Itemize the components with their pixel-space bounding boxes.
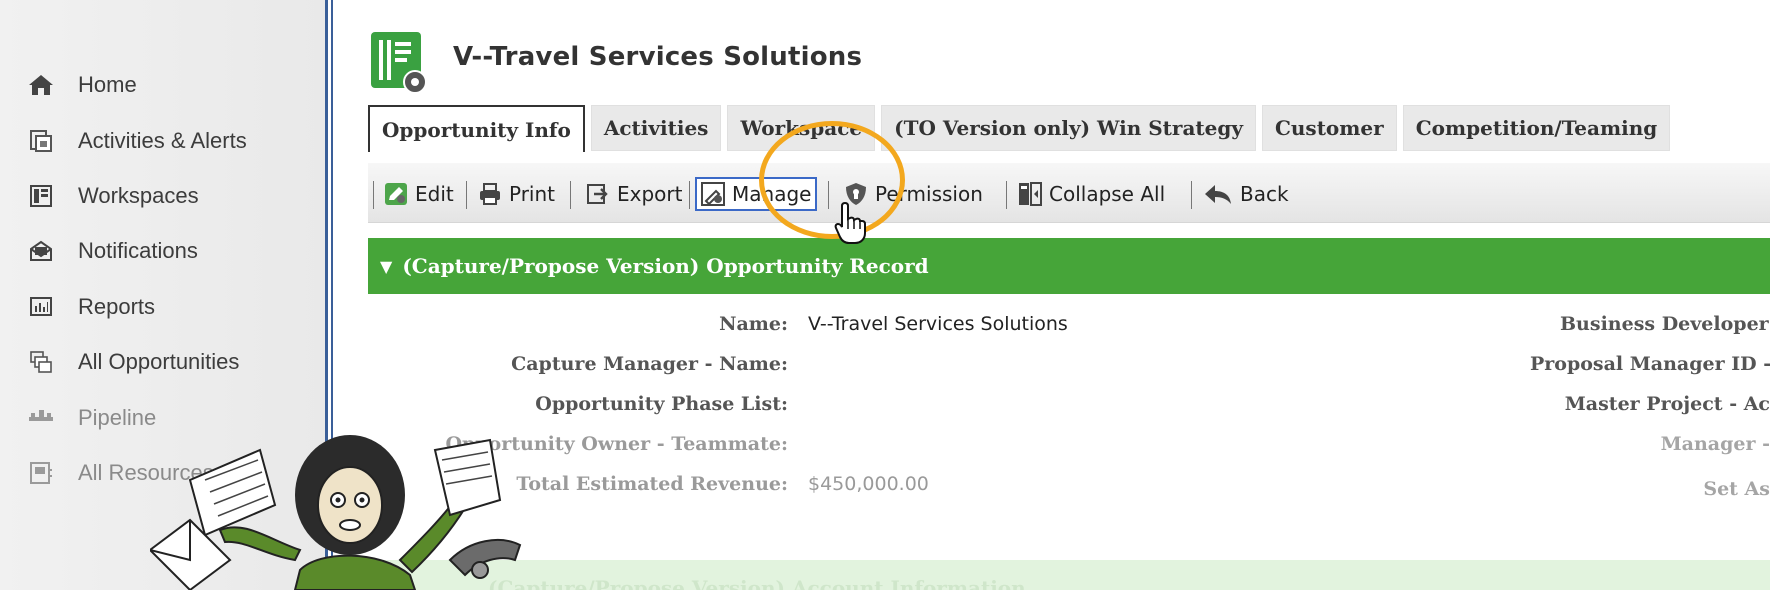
sidebar-item-notifications[interactable]: Notifications [0,223,320,279]
tab-bar: Opportunity Info Activities Workspace (T… [368,105,1676,152]
book-illustration [433,438,502,517]
field-label-set-as: Set As [1703,478,1770,500]
field-label-proposal-manager: Proposal Manager ID - [1530,353,1770,375]
section-header-account-information[interactable]: (Capture/Propose Version) Account Inform… [368,560,1770,590]
field-value-total-revenue: $450,000.00 [808,473,929,495]
chevron-down-icon: ▼ [380,256,393,276]
sidebar-item-reports[interactable]: Reports [0,279,320,335]
field-label-capture-manager: Capture Manager - Name: [511,353,788,375]
sidebar-item-workspaces[interactable]: Workspaces [0,168,320,224]
print-button[interactable]: Print [478,177,555,211]
resources-icon [28,460,54,486]
pipeline-icon [28,405,54,431]
opportunity-record-icon [371,28,429,96]
edit-icon [384,182,408,206]
record-toolbar: Edit Print Export Manage Permission Coll… [368,163,1770,223]
section-header-opportunity-record[interactable]: ▼ (Capture/Propose Version) Opportunity … [368,238,1770,294]
export-icon [586,182,610,206]
sidebar-item-label: Activities & Alerts [78,128,247,153]
tab-win-strategy[interactable]: (TO Version only) Win Strategy [881,105,1256,151]
back-arrow-icon [1203,182,1233,206]
field-label-manager: Manager - [1660,433,1770,455]
sidebar-item-label: Notifications [78,238,198,263]
manage-icon [701,182,725,206]
reports-icon [28,294,54,320]
toolbar-separator [828,181,829,209]
toolbar-separator [466,181,467,209]
field-label-name: Name: [719,313,788,335]
activities-icon [28,128,54,154]
tab-opportunity-info[interactable]: Opportunity Info [368,105,585,152]
tab-competition-teaming[interactable]: Competition/Teaming [1402,105,1671,151]
phone-illustration [448,539,522,579]
export-button[interactable]: Export [586,177,682,211]
notifications-icon [28,238,54,264]
tab-customer[interactable]: Customer [1261,105,1397,151]
tab-workspace[interactable]: Workspace [727,105,876,151]
opportunities-icon [28,349,54,375]
field-label-master-project: Master Project - Ac [1564,393,1770,415]
hand-cursor-icon [833,201,869,245]
home-icon [28,72,54,98]
tab-activities[interactable]: Activities [590,105,722,151]
collapse-all-button[interactable]: Collapse All [1018,177,1165,211]
notepad-illustration [188,448,277,537]
sidebar-item-label: Pipeline [78,405,157,430]
sidebar-item-all-opportunities[interactable]: All Opportunities [0,334,320,390]
sidebar-item-label: All Opportunities [78,349,240,374]
main-content: V--Travel Services Solutions Opportunity… [368,0,1770,590]
sidebar-item-activities[interactable]: Activities & Alerts [0,113,320,169]
collapse-all-icon [1018,182,1042,206]
sidebar-item-home[interactable]: Home [0,57,320,113]
sidebar-item-label: Workspaces [78,183,199,208]
toolbar-separator [570,181,571,209]
workspaces-icon [28,183,54,209]
edit-button[interactable]: Edit [384,177,454,211]
busy-woman-illustration [150,435,522,590]
toolbar-separator [373,181,374,209]
back-button[interactable]: Back [1203,177,1289,211]
sidebar-item-label: Reports [78,294,156,319]
toolbar-separator [1191,181,1192,209]
page-title: V--Travel Services Solutions [453,42,863,72]
toolbar-separator [689,181,690,209]
manage-button[interactable]: Manage [695,177,818,211]
field-value-name: V--Travel Services Solutions [808,313,1068,335]
field-label-business-developer: Business Developer - [1560,313,1770,335]
sidebar-item-label: Home [78,72,137,97]
toolbar-separator [1006,181,1007,209]
print-icon [478,182,502,206]
